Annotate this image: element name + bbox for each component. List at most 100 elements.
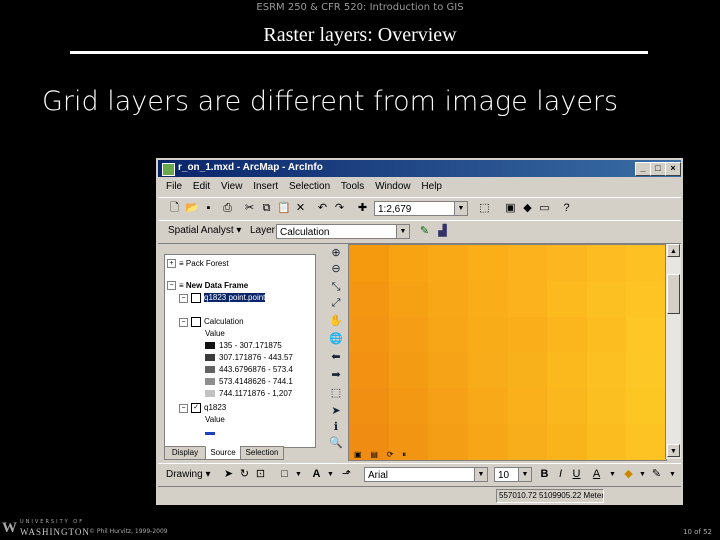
tab-selection[interactable]: Selection — [240, 446, 284, 460]
italic-icon[interactable]: I — [554, 468, 567, 481]
fixed-zoom-out-icon[interactable]: ⤢ — [328, 296, 344, 310]
font-color-icon[interactable]: A — [590, 468, 603, 481]
menu-insert[interactable]: Insert — [253, 178, 278, 195]
command-line-icon[interactable]: ▭ — [538, 202, 551, 215]
map-scale-combo[interactable]: 1:2,679 ▼ — [374, 201, 468, 216]
menu-tools[interactable]: Tools — [341, 178, 364, 195]
raster-cell — [428, 316, 468, 353]
whats-this-help-icon[interactable]: ? — [560, 202, 573, 215]
undo-icon[interactable]: ↶ — [316, 202, 329, 215]
print-icon[interactable]: ⎙ — [221, 202, 234, 215]
menu-file[interactable]: File — [166, 178, 182, 195]
contour-icon[interactable]: ✎ — [418, 225, 431, 238]
font-select[interactable]: Arial ▼ — [364, 467, 488, 482]
font-size-select[interactable]: 10 ▼ — [494, 467, 532, 482]
chevron-down-icon[interactable]: ▼ — [606, 468, 619, 481]
find-icon[interactable]: 🔍 — [328, 436, 344, 450]
layer-visibility-checkbox[interactable] — [191, 293, 201, 303]
window-titlebar[interactable]: r_on_1.mxd - ArcMap - ArcInfo _ □ × — [158, 160, 681, 177]
cut-icon[interactable]: ✂ — [243, 202, 256, 215]
editor-toolbar-icon[interactable]: ⬚ — [478, 202, 491, 215]
vertical-scrollbar[interactable]: ▲ ▼ — [665, 244, 681, 459]
select-elements-icon[interactable]: ➤ — [222, 468, 235, 481]
paste-icon[interactable]: 📋 — [277, 202, 291, 215]
legend-class: 307.171876 - 443.57 — [205, 353, 293, 363]
drawing-menu[interactable]: Drawing ▾ — [166, 469, 210, 480]
pan-icon[interactable]: ✋ — [328, 314, 344, 328]
maximize-button[interactable]: □ — [650, 162, 666, 176]
rotate-icon[interactable]: ↻ — [238, 468, 251, 481]
collapse-icon[interactable]: − — [179, 317, 188, 327]
spatial-analyst-menu[interactable]: Spatial Analyst ▾ — [168, 225, 241, 236]
full-extent-icon[interactable]: 🌐 — [328, 332, 344, 346]
rectangle-icon[interactable]: □ — [278, 468, 291, 481]
pause-icon[interactable]: ⏸ — [402, 450, 406, 459]
edit-vertices-icon[interactable]: ⬏ — [340, 468, 353, 481]
toc-layer-calculation[interactable]: − Calculation — [179, 317, 244, 327]
scroll-up-icon[interactable]: ▲ — [667, 244, 680, 257]
legend-swatch — [205, 366, 215, 374]
close-button[interactable]: × — [665, 162, 681, 176]
collapse-icon[interactable]: − — [167, 281, 176, 291]
layers-icon: ≡ — [179, 259, 184, 268]
chevron-down-icon[interactable]: ▼ — [518, 468, 531, 481]
zoom-whole-page-icon[interactable]: ⊡ — [254, 468, 267, 481]
scroll-thumb[interactable] — [667, 274, 680, 314]
data-view-icon[interactable]: ▣ — [354, 450, 362, 459]
menu-selection[interactable]: Selection — [289, 178, 330, 195]
collapse-icon[interactable]: − — [179, 293, 188, 303]
layer-visibility-checkbox[interactable] — [191, 317, 201, 327]
chevron-down-icon[interactable]: ▼ — [666, 468, 679, 481]
menu-edit[interactable]: Edit — [193, 178, 210, 195]
fill-color-icon[interactable]: ◆ — [622, 468, 635, 481]
redo-icon[interactable]: ↷ — [333, 202, 346, 215]
line-color-icon[interactable]: ✎ — [650, 468, 663, 481]
select-features-icon[interactable]: ⬚ — [328, 386, 344, 400]
menu-view[interactable]: View — [221, 178, 243, 195]
chevron-down-icon[interactable]: ▼ — [324, 468, 337, 481]
layer-visibility-checkbox[interactable]: ✓ — [191, 403, 201, 413]
new-document-icon[interactable]: 🗋 — [168, 202, 181, 215]
add-data-icon[interactable]: ✚ — [356, 202, 369, 215]
toc-data-frame-new[interactable]: − ≡ New Data Frame — [167, 281, 248, 291]
back-extent-icon[interactable]: ⬅ — [328, 350, 344, 364]
copy-icon[interactable]: ⧉ — [260, 202, 273, 215]
select-elements-icon[interactable]: ➤ — [328, 404, 344, 418]
save-icon[interactable]: ▪ — [202, 202, 215, 215]
map-display[interactable] — [348, 244, 667, 461]
toc-data-frame-pack-forest[interactable]: + ≡ Pack Forest — [167, 259, 229, 269]
toc-layer-q1823[interactable]: − ✓ q1823 — [179, 403, 226, 413]
zoom-out-icon[interactable]: ⊖ — [328, 262, 344, 276]
expand-icon[interactable]: + — [167, 259, 176, 269]
fixed-zoom-in-icon[interactable]: ⤡ — [328, 280, 344, 294]
delete-icon[interactable]: ✕ — [294, 202, 307, 215]
forward-extent-icon[interactable]: ➡ — [328, 368, 344, 382]
collapse-icon[interactable]: − — [179, 403, 188, 413]
identify-icon[interactable]: ℹ — [328, 420, 344, 434]
tab-source[interactable]: Source — [205, 446, 241, 460]
layer-select[interactable]: Calculation ▼ — [276, 224, 410, 239]
arctoolbox-icon[interactable]: ▣ — [504, 202, 517, 215]
bold-icon[interactable]: B — [538, 468, 551, 481]
menu-window[interactable]: Window — [375, 178, 411, 195]
open-folder-icon[interactable]: 📂 — [185, 202, 199, 215]
tab-display[interactable]: Display — [164, 446, 206, 460]
legend-heading: Value — [205, 329, 225, 338]
histogram-icon[interactable]: ▟ — [436, 225, 449, 238]
chevron-down-icon[interactable]: ▼ — [454, 202, 467, 215]
scroll-down-icon[interactable]: ▼ — [667, 444, 680, 457]
zoom-in-icon[interactable]: ⊕ — [328, 246, 344, 260]
underline-icon[interactable]: U — [570, 468, 583, 481]
chevron-down-icon[interactable]: ▼ — [292, 468, 305, 481]
text-icon[interactable]: A — [310, 468, 323, 481]
arccatalog-icon[interactable]: ◆ — [521, 202, 534, 215]
chevron-down-icon[interactable]: ▼ — [396, 225, 409, 238]
tools-toolbar: ⊕ ⊖ ⤡ ⤢ ✋ 🌐 ⬅ ➡ ⬚ ➤ ℹ 🔍 — [326, 244, 346, 454]
minimize-button[interactable]: _ — [635, 162, 651, 176]
chevron-down-icon[interactable]: ▼ — [474, 468, 487, 481]
chevron-down-icon[interactable]: ▼ — [636, 468, 649, 481]
toc-layer-point[interactable]: − q1823 point.point — [179, 293, 266, 303]
layout-view-icon[interactable]: ▤ — [370, 450, 378, 459]
refresh-icon[interactable]: ⟳ — [387, 450, 394, 459]
menu-help[interactable]: Help — [421, 178, 442, 195]
